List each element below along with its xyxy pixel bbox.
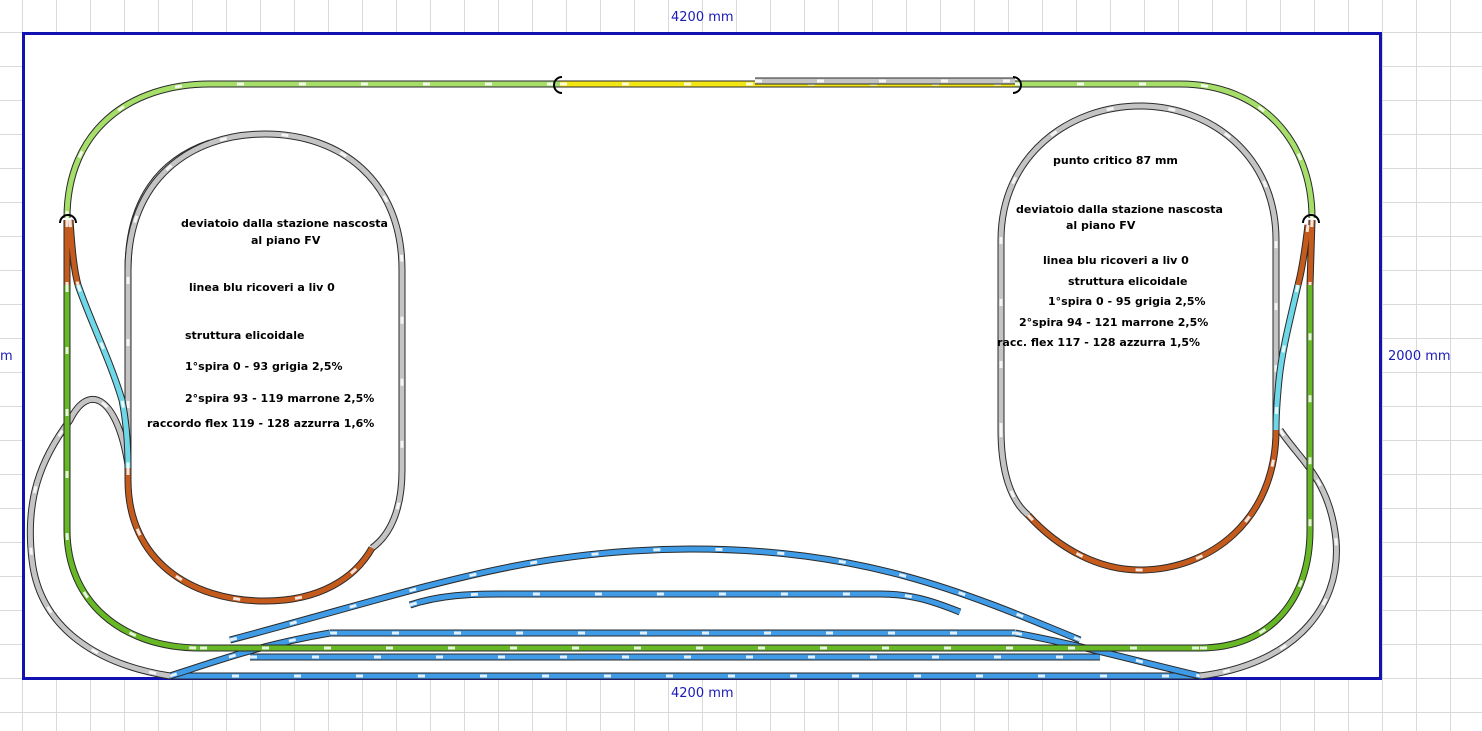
track-ties (1199, 429, 1338, 678)
right-note-spiral-2: 2°spira 94 - 121 marrone 2,5% (1019, 316, 1209, 329)
track-ties (28, 398, 171, 678)
blue-yard-tracks (168, 545, 1201, 680)
right-note-structure: struttura elicoidale (1068, 275, 1188, 288)
left-note-turnout-2: al piano FV (251, 234, 321, 247)
left-note-blue-line: linea blu ricoveri a liv 0 (189, 281, 335, 294)
track-outline (1199, 428, 1340, 680)
right-helix-brown (1026, 429, 1279, 573)
track-end-bumpers (59, 76, 1320, 224)
right-note-critical: punto critico 87 mm (1053, 154, 1178, 167)
right-helix-gray-2 (998, 429, 1030, 517)
right-brown-ramp (1295, 219, 1315, 286)
left-note-spiral-2: 2°spira 93 - 119 marrone 2,5% (185, 392, 375, 405)
left-note-turnout-1: deviatoio dalla stazione nascosta (181, 217, 388, 230)
green-right-side (1199, 285, 1313, 651)
left-note-spiral-1: 1°spira 0 - 93 grigia 2,5% (185, 360, 343, 373)
right-note-flex: racc. flex 117 - 128 azzurra 1,5% (997, 336, 1201, 349)
track-outline (26, 396, 171, 680)
left-note-structure: struttura elicoidale (185, 329, 305, 342)
gray-right-crossover (1199, 428, 1339, 679)
right-note-turnout-2: al piano FV (1066, 219, 1136, 232)
track-outline (408, 590, 962, 616)
right-note-blue-line: linea blu ricoveri a liv 0 (1043, 254, 1189, 267)
track-outline (124, 468, 376, 605)
gray-left-crossover (27, 397, 171, 679)
right-note-turnout-1: deviatoio dalla stazione nascosta (1016, 203, 1223, 216)
right-note-spiral-1: 1°spira 0 - 95 grigia 2,5% (1048, 295, 1206, 308)
left-note-flex: raccordo flex 119 - 128 azzurra 1,6% (147, 417, 375, 430)
